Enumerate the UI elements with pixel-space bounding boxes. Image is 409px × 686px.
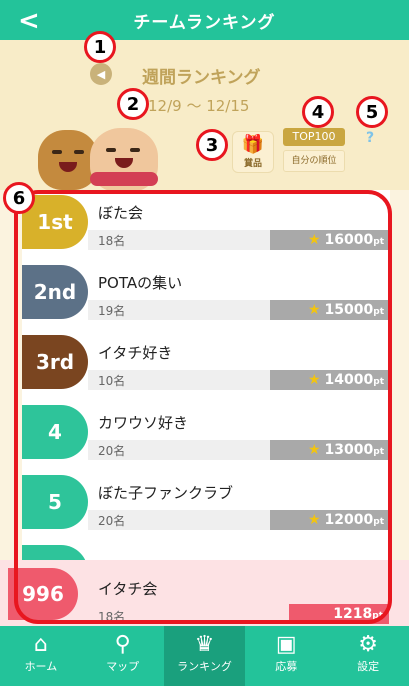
home-icon: ⌂ [33, 632, 48, 657]
week-title: 週間ランキング [142, 68, 261, 88]
callout-3: 3 [196, 129, 228, 161]
prize-label: 賞品 [243, 159, 262, 169]
crown-icon: ♛ [194, 632, 215, 657]
tab-settings[interactable]: ⚙ 設定 [327, 626, 409, 686]
callout-6: 6 [3, 182, 35, 214]
annotation-frame [14, 190, 392, 624]
callout-1: 1 [84, 31, 116, 63]
week-range: 12/9 ～ 12/15 [148, 97, 250, 115]
bottom-tab-bar: ⌂ ホーム ⚲ マップ ♛ ランキング ▣ 応募 ⚙ 設定 [0, 626, 409, 686]
map-pin-icon: ⚲ [114, 632, 131, 657]
prize-button[interactable]: 🎁 賞品 [232, 131, 274, 173]
gift-box-icon: ▣ [275, 632, 297, 657]
self-rank-button[interactable]: 自分の順位 [283, 150, 345, 172]
tab-apply[interactable]: ▣ 応募 [245, 626, 327, 686]
page-title: チームランキング [133, 12, 276, 33]
otter-mascot [38, 130, 98, 190]
callout-2: 2 [117, 88, 149, 120]
top100-button[interactable]: TOP100 [283, 128, 345, 146]
previous-week-button[interactable]: ◀ [90, 63, 112, 85]
gear-icon: ⚙ [358, 632, 378, 657]
weasel-mascot [90, 128, 158, 192]
tab-ranking[interactable]: ♛ ランキング [163, 626, 246, 686]
tab-home[interactable]: ⌂ ホーム [0, 626, 82, 686]
callout-4: 4 [302, 96, 334, 128]
app-header: < チームランキング [0, 0, 409, 40]
callout-5: 5 [356, 96, 388, 128]
tab-map[interactable]: ⚲ マップ [82, 626, 164, 686]
help-icon[interactable]: ? [366, 130, 382, 146]
back-button[interactable]: < [18, 6, 40, 36]
gift-icon: 🎁 [241, 134, 265, 155]
